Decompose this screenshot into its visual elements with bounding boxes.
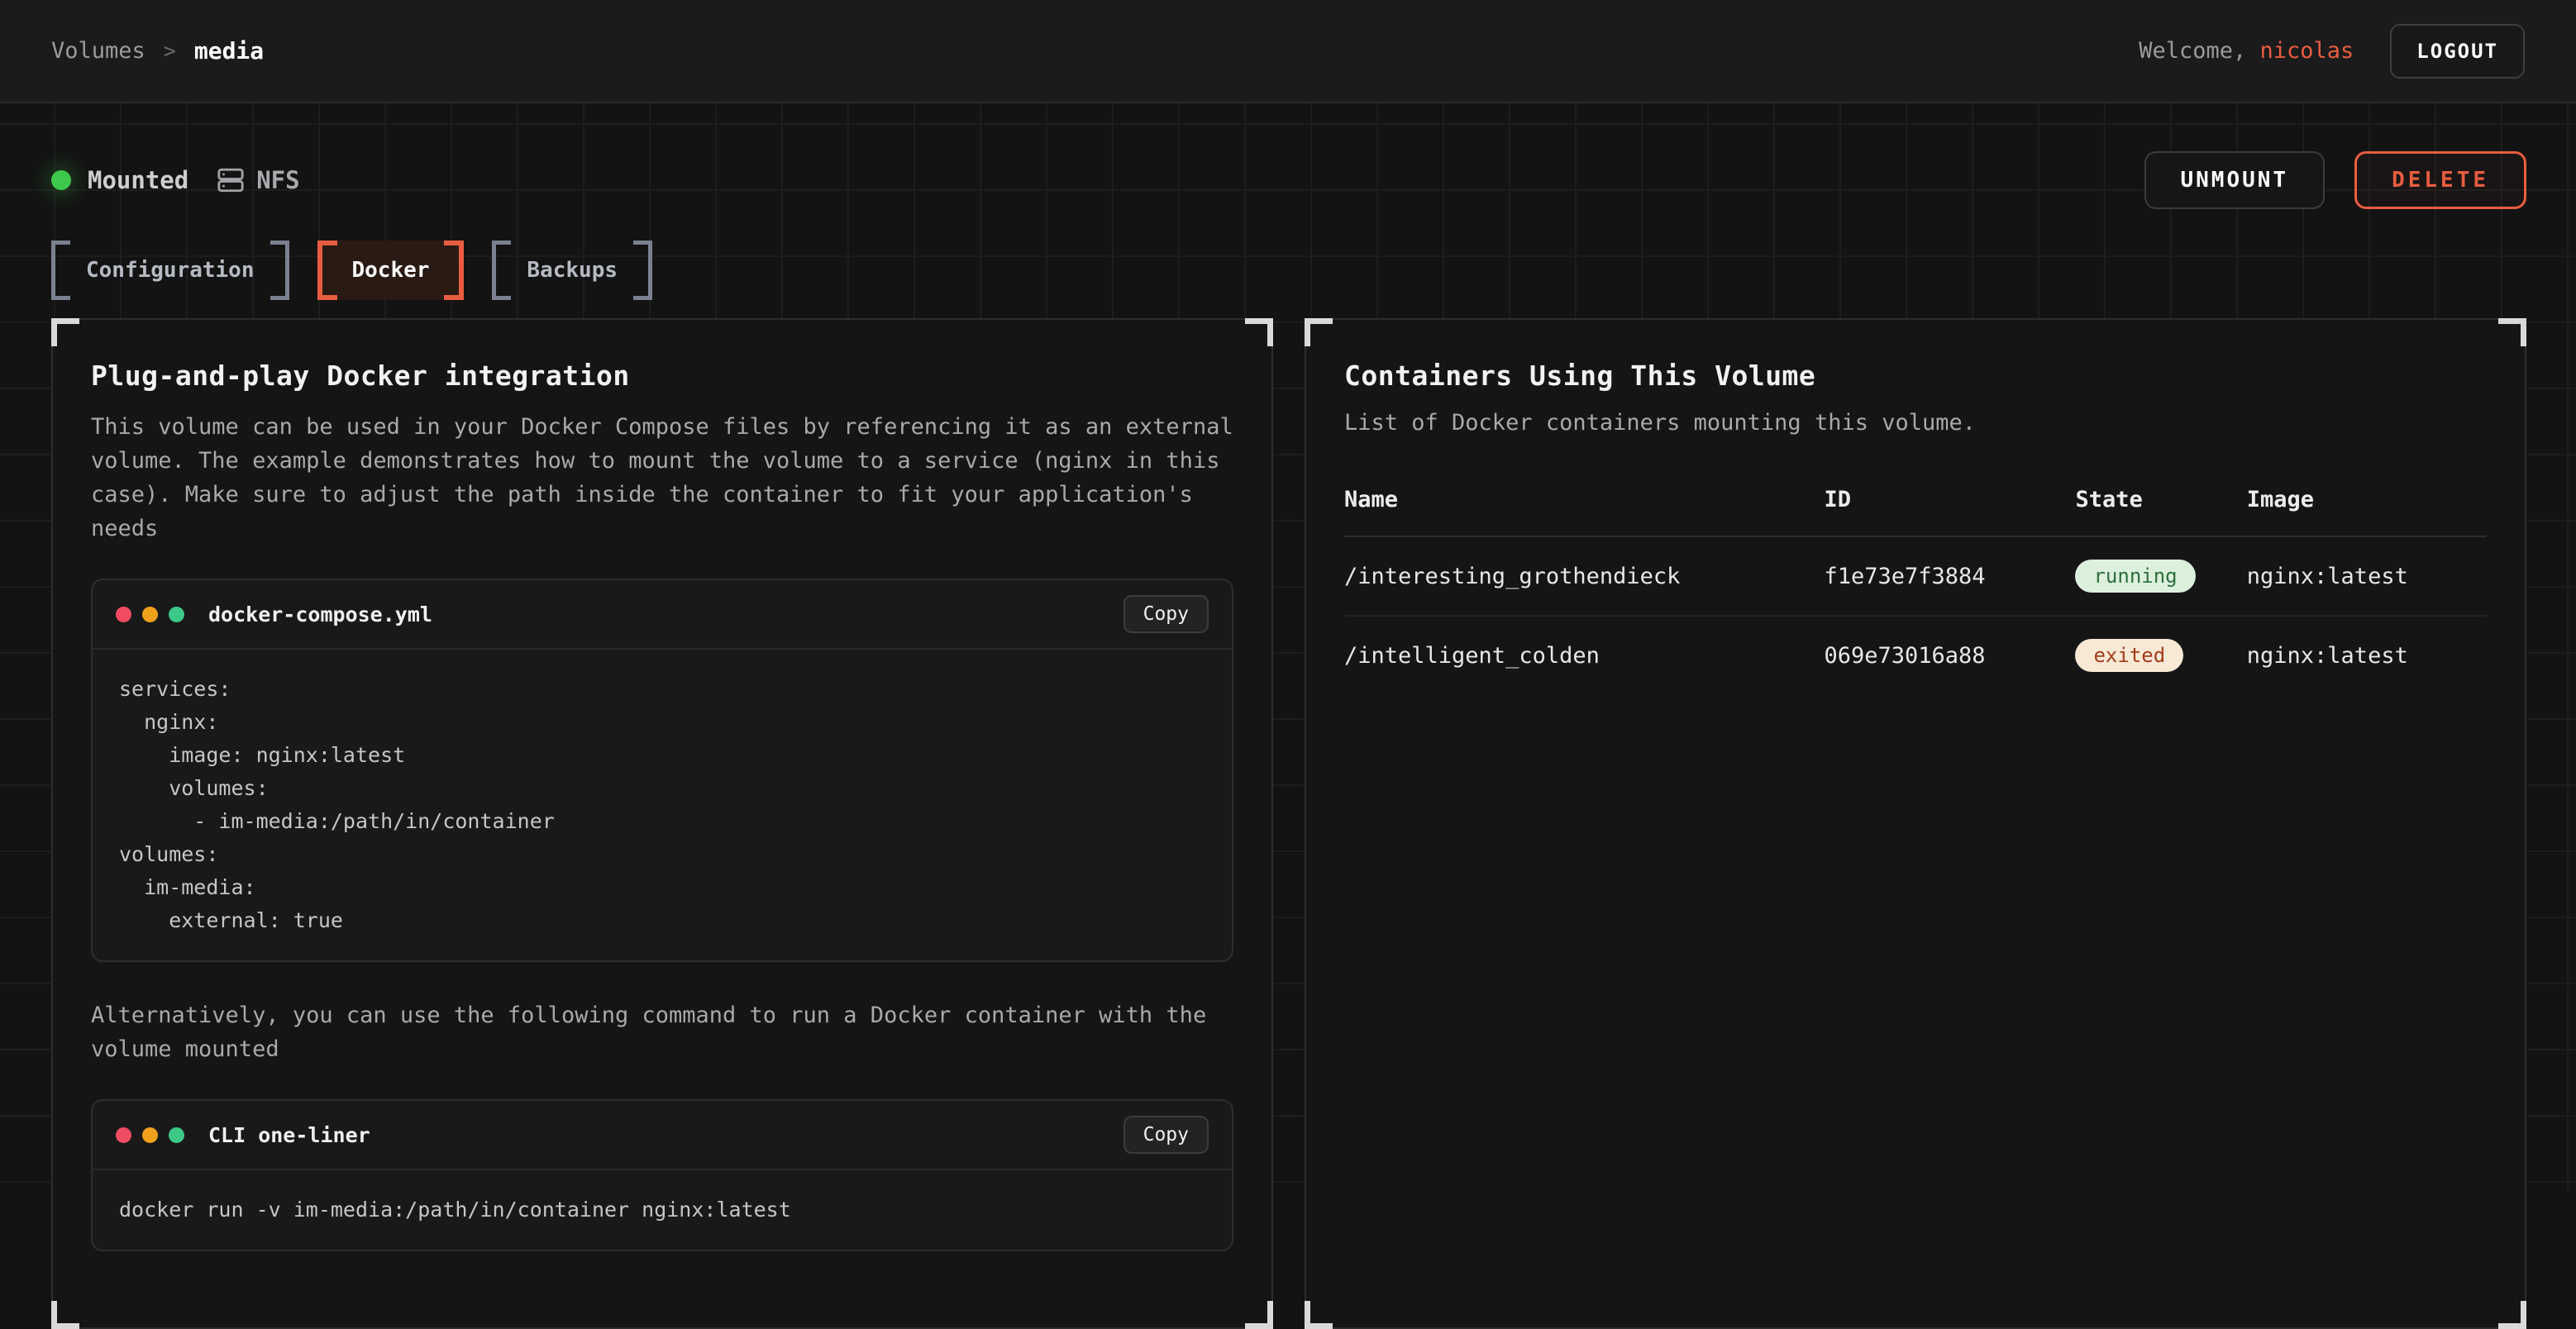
panel-corner-icon bbox=[2498, 1301, 2526, 1329]
docker-panel-title: Plug-and-play Docker integration bbox=[91, 360, 1233, 392]
app-root: Volumes > media Welcome, nicolas LOGOUT … bbox=[0, 0, 2576, 1192]
column-header-name: Name bbox=[1344, 487, 1824, 536]
containers-table: Name ID State Image /interesting_grothen… bbox=[1344, 487, 2487, 694]
traffic-light-amber-icon bbox=[142, 1127, 158, 1143]
containers-panel: Containers Using This Volume List of Doc… bbox=[1305, 318, 2526, 1329]
panel-corner-icon bbox=[1245, 318, 1273, 346]
welcome-text: Welcome, nicolas bbox=[2139, 38, 2354, 64]
breadcrumb-separator-icon: > bbox=[164, 39, 176, 63]
traffic-light-red-icon bbox=[116, 1127, 131, 1143]
welcome-prefix: Welcome, bbox=[2139, 38, 2246, 64]
panel-corner-icon bbox=[51, 318, 79, 346]
column-header-id: ID bbox=[1824, 487, 2075, 536]
panel-corner-icon bbox=[1305, 1301, 1333, 1329]
container-image: nginx:latest bbox=[2247, 616, 2487, 694]
containers-panel-subtitle: List of Docker containers mounting this … bbox=[1344, 410, 2487, 436]
topbar: Volumes > media Welcome, nicolas LOGOUT bbox=[0, 0, 2576, 103]
container-table-row: /interesting_grothendieck f1e73e7f3884 r… bbox=[1344, 536, 2487, 616]
breadcrumb-volumes-link[interactable]: Volumes bbox=[51, 38, 145, 64]
topbar-right: Welcome, nicolas LOGOUT bbox=[2139, 24, 2525, 79]
panel-corner-icon bbox=[1305, 318, 1333, 346]
containers-panel-title: Containers Using This Volume bbox=[1344, 360, 2487, 392]
cli-filename: CLI one-liner bbox=[208, 1123, 370, 1147]
unmount-button[interactable]: UNMOUNT bbox=[2144, 151, 2326, 209]
mounted-status-dot-icon bbox=[51, 170, 71, 190]
cli-intro-text: Alternatively, you can use the following… bbox=[91, 998, 1233, 1066]
breadcrumb-current-volume: media bbox=[194, 37, 264, 64]
tab-backups[interactable]: Backups bbox=[492, 241, 652, 300]
logout-button[interactable]: LOGOUT bbox=[2390, 24, 2525, 79]
traffic-light-red-icon bbox=[116, 607, 131, 622]
containers-table-header-row: Name ID State Image bbox=[1344, 487, 2487, 536]
username: nicolas bbox=[2260, 38, 2354, 64]
tab-configuration[interactable]: Configuration bbox=[51, 241, 289, 300]
container-state-badge: running bbox=[2075, 560, 2195, 593]
compose-filename: docker-compose.yml bbox=[208, 603, 432, 626]
container-image: nginx:latest bbox=[2247, 536, 2487, 616]
breadcrumb: Volumes > media bbox=[51, 37, 264, 64]
cli-copy-button[interactable]: Copy bbox=[1123, 1116, 1209, 1154]
panel-corner-icon bbox=[51, 1301, 79, 1329]
panel-corner-icon bbox=[2498, 318, 2526, 346]
panels-grid: Plug-and-play Docker integration This vo… bbox=[51, 318, 2526, 1151]
mounted-status-label: Mounted bbox=[88, 166, 188, 194]
delete-button[interactable]: DELETE bbox=[2354, 151, 2526, 209]
volume-status-group: Mounted NFS bbox=[51, 166, 300, 194]
tab-docker[interactable]: Docker bbox=[317, 241, 465, 300]
status-actions-row: Mounted NFS UNMOUNT DELETE bbox=[51, 151, 2526, 209]
compose-copy-button[interactable]: Copy bbox=[1123, 595, 1209, 633]
panel-corner-icon bbox=[1245, 1301, 1273, 1329]
docker-integration-panel: Plug-and-play Docker integration This vo… bbox=[51, 318, 1273, 1329]
compose-code-content: services: nginx: image: nginx:latest vol… bbox=[93, 650, 1232, 960]
container-id: f1e73e7f3884 bbox=[1824, 536, 2075, 616]
traffic-light-green-icon bbox=[169, 607, 184, 622]
compose-code-header: docker-compose.yml Copy bbox=[93, 580, 1232, 650]
cli-code-block: CLI one-liner Copy docker run -v im-medi… bbox=[91, 1099, 1233, 1251]
container-name: /interesting_grothendieck bbox=[1344, 536, 1824, 616]
cli-code-header: CLI one-liner Copy bbox=[93, 1101, 1232, 1170]
container-state-badge: exited bbox=[2075, 639, 2183, 672]
server-icon bbox=[217, 166, 245, 194]
page-content: Mounted NFS UNMOUNT DELETE Configuration… bbox=[0, 103, 2576, 1192]
traffic-light-green-icon bbox=[169, 1127, 184, 1143]
container-name: /intelligent_colden bbox=[1344, 616, 1824, 694]
container-id: 069e73016a88 bbox=[1824, 616, 2075, 694]
container-table-row: /intelligent_colden 069e73016a88 exited … bbox=[1344, 616, 2487, 694]
column-header-state: State bbox=[2075, 487, 2246, 536]
column-header-image: Image bbox=[2247, 487, 2487, 536]
driver-type-label: NFS bbox=[256, 166, 299, 194]
tab-bar: Configuration Docker Backups bbox=[51, 241, 2526, 300]
cli-code-content: docker run -v im-media:/path/in/containe… bbox=[93, 1170, 1232, 1250]
docker-panel-description: This volume can be used in your Docker C… bbox=[91, 410, 1233, 545]
traffic-light-amber-icon bbox=[142, 607, 158, 622]
compose-code-block: docker-compose.yml Copy services: nginx:… bbox=[91, 579, 1233, 962]
volume-actions-group: UNMOUNT DELETE bbox=[2144, 151, 2527, 209]
